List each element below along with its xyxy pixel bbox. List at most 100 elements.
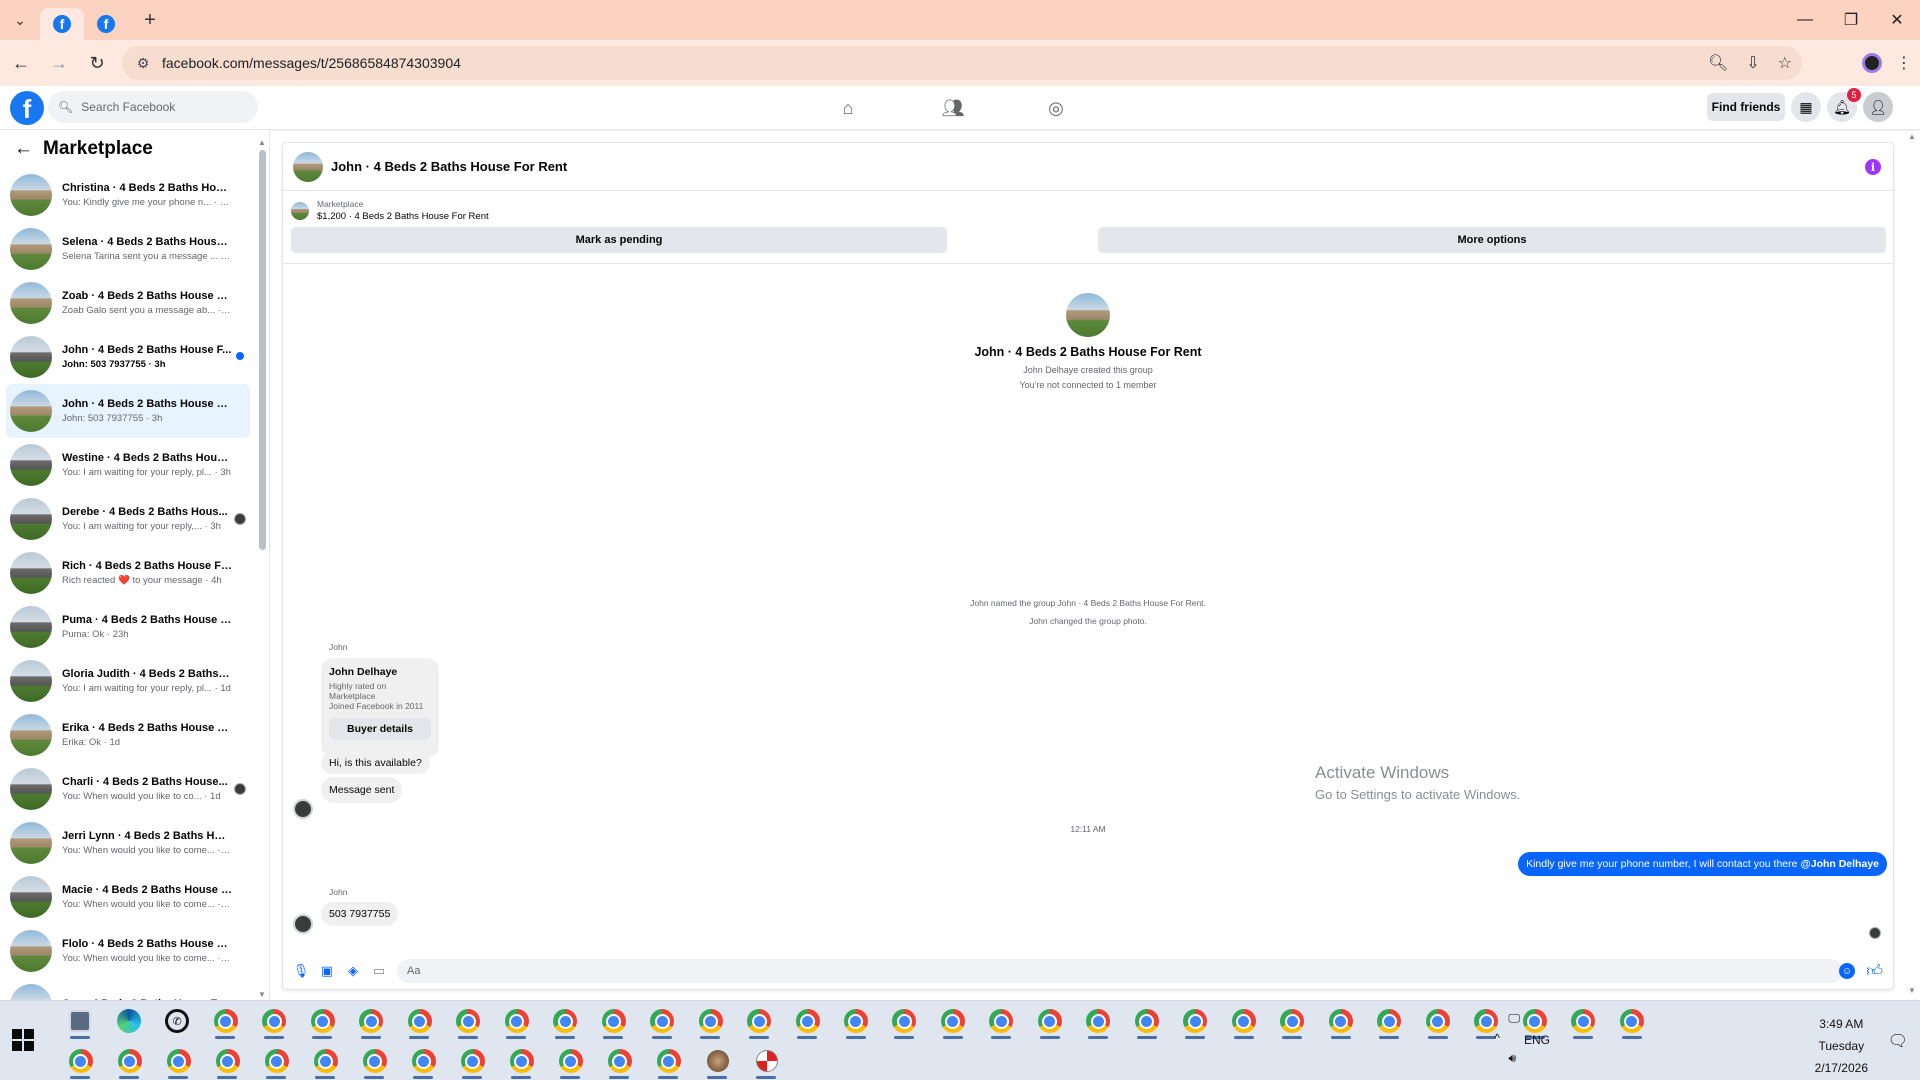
conversation-item[interactable]: Erika · 4 Beds 2 Baths House Fo... Erika:… [6, 708, 250, 762]
chrome-window-button[interactable] [929, 1002, 977, 1040]
conversation-item[interactable]: Gloria Judith · 4 Beds 2 Baths H... You: … [6, 654, 250, 708]
volume-icon[interactable]: 🔊︎ [1508, 1051, 1516, 1066]
chrome-window-button[interactable] [1268, 1002, 1316, 1040]
conversation-item[interactable]: Westine · 4 Beds 2 Baths House... You: I … [6, 438, 250, 492]
photo-app-button[interactable] [693, 1042, 742, 1080]
new-tab-button[interactable]: + [134, 4, 166, 36]
find-friends-button[interactable]: Find friends [1707, 93, 1785, 121]
conversation-item[interactable]: Flolo · 4 Beds 2 Baths House Fo... You: W… [6, 924, 250, 978]
message-bubble[interactable]: 503 7937755 [321, 902, 399, 926]
scroll-down-icon[interactable]: ▼ [1908, 986, 1916, 995]
chrome-window-button[interactable] [1123, 1002, 1171, 1040]
chrome-window-button[interactable] [252, 1042, 301, 1080]
buyer-details-button[interactable]: Buyer details [329, 718, 431, 740]
sender-avatar[interactable] [293, 914, 313, 934]
message-bubble[interactable]: Message sent [321, 777, 403, 803]
taskbar-clock[interactable]: 3:49 AM Tuesday 2/17/2026 [1815, 1013, 1868, 1079]
conversation-item[interactable]: Macie · 4 Beds 2 Baths House F... You: Wh… [6, 870, 250, 924]
notifications-center-icon[interactable]: 🗨︎ [1888, 1031, 1908, 1051]
tab-search-chevron-icon[interactable]: ⌄ [0, 0, 40, 40]
group-photo[interactable] [293, 151, 323, 182]
conversation-item[interactable]: John · 4 Beds 2 Baths House F... John: 50… [6, 330, 250, 384]
install-app-icon[interactable]: ⇩ [1746, 53, 1759, 73]
chrome-window-button[interactable] [880, 1002, 928, 1040]
whatsapp-button[interactable]: ✆ [153, 1002, 201, 1040]
page-scrollbar[interactable]: ▲ ▼ [1904, 130, 1920, 1000]
groups-nav-icon[interactable]: ◎ [1041, 94, 1071, 122]
profile-avatar-icon[interactable] [1862, 53, 1882, 73]
conversation-item[interactable]: Christina · 4 Beds 2 Baths Hous... You: K… [6, 168, 250, 222]
gif-icon[interactable]: ▭ [371, 963, 387, 979]
chrome-window-button[interactable] [448, 1042, 497, 1080]
thumbs-up-icon[interactable]: 👍︎ [1866, 962, 1883, 981]
attach-photo-icon[interactable]: ▣ [319, 963, 335, 979]
site-info-icon[interactable]: ⚙ [128, 55, 158, 72]
conversation-item[interactable]: Puma · 4 Beds 2 Baths House F... Puma: Ok… [6, 600, 250, 654]
chat-title[interactable]: John · 4 Beds 2 Baths House For Rent [331, 159, 567, 174]
restore-icon[interactable]: ❐ [1828, 0, 1874, 40]
scroll-up-icon[interactable]: ▲ [1908, 132, 1916, 141]
address-bar[interactable]: ⚙ facebook.com/messages/t/25686584874303… [122, 46, 1802, 80]
pinwheel-app-button[interactable] [742, 1042, 791, 1080]
conversation-item[interactable]: Rich · 4 Beds 2 Baths House For... Rich r… [6, 546, 250, 600]
chrome-window-button[interactable] [541, 1002, 589, 1040]
chrome-window-button[interactable] [1414, 1002, 1462, 1040]
chrome-window-button[interactable] [203, 1042, 252, 1080]
chrome-window-button[interactable] [638, 1002, 686, 1040]
browser-menu-icon[interactable]: ⋮ [1896, 53, 1912, 73]
zoom-icon[interactable]: 🔍︎ [1708, 53, 1728, 73]
chrome-window-button[interactable] [154, 1042, 203, 1080]
minimize-icon[interactable]: — [1782, 0, 1828, 40]
forward-icon[interactable]: → [42, 46, 76, 80]
marketplace-listing-bar[interactable]: Marketplace $1,200 · 4 Beds 2 Baths Hous… [291, 199, 489, 222]
chrome-window-button[interactable] [589, 1002, 637, 1040]
chrome-window-button[interactable] [977, 1002, 1025, 1040]
windows-start-icon[interactable] [12, 1029, 34, 1051]
conversation-item[interactable]: Cee · 4 Beds 2 Baths House For ... [6, 978, 250, 1000]
scroll-up-icon[interactable]: ▲ [258, 138, 266, 147]
chrome-window-button[interactable] [832, 1002, 880, 1040]
chrome-window-button[interactable] [201, 1002, 249, 1040]
conversation-item[interactable]: Derebe · 4 Beds 2 Baths Hous... You: I am… [6, 492, 250, 546]
chrome-window-button[interactable] [444, 1002, 492, 1040]
chrome-window-button[interactable] [350, 1042, 399, 1080]
message-bubble[interactable]: Hi, is this available? [321, 752, 430, 774]
back-icon[interactable]: ← [4, 46, 38, 80]
info-icon[interactable]: i [1865, 159, 1881, 175]
chrome-window-button[interactable] [395, 1002, 443, 1040]
account-avatar-icon[interactable]: 👤︎ [1863, 92, 1893, 122]
chrome-window-button[interactable] [686, 1002, 734, 1040]
chrome-window-button[interactable] [105, 1042, 154, 1080]
chrome-window-button[interactable] [1608, 1002, 1656, 1040]
sticker-icon[interactable]: ◈ [345, 963, 361, 979]
show-hidden-icons-icon[interactable]: ^ [1494, 1031, 1500, 1045]
notifications-bell-icon[interactable]: 🔔︎ 5 [1827, 88, 1861, 122]
chrome-window-button[interactable] [250, 1002, 298, 1040]
browser-tab-facebook[interactable]: f [84, 8, 128, 40]
chrome-window-button[interactable] [298, 1002, 346, 1040]
bookmark-star-icon[interactable]: ☆ [1778, 53, 1792, 73]
outgoing-message-bubble[interactable]: Kindly give me your phone number, I will… [1518, 852, 1887, 876]
browser-tab-facebook-active[interactable]: f [40, 8, 84, 40]
scrollbar-thumb[interactable] [259, 150, 266, 550]
chrome-window-button[interactable] [595, 1042, 644, 1080]
chrome-window-button[interactable] [492, 1002, 540, 1040]
chrome-window-button[interactable] [347, 1002, 395, 1040]
system-info-app-button[interactable] [56, 1002, 104, 1040]
conversation-item[interactable]: Selena · 4 Beds 2 Baths House F... Selena… [6, 222, 250, 276]
chrome-window-button[interactable] [644, 1042, 693, 1080]
chrome-window-button[interactable] [546, 1042, 595, 1080]
conversation-item[interactable]: Jerri Lynn · 4 Beds 2 Baths Hous... You: … [6, 816, 250, 870]
conversation-item[interactable]: John · 4 Beds 2 Baths House Fo... John: 5… [6, 384, 250, 438]
conversation-item[interactable]: Charli · 4 Beds 2 Baths House... You: Whe… [6, 762, 250, 816]
conversation-item[interactable]: Zoab · 4 Beds 2 Baths House Fo... Zoab Ga… [6, 276, 250, 330]
close-window-icon[interactable]: ✕ [1874, 0, 1920, 40]
menu-grid-icon[interactable]: ▦ [1791, 92, 1821, 122]
facebook-logo-icon[interactable]: f [10, 91, 44, 125]
chrome-window-button[interactable] [735, 1002, 783, 1040]
chrome-window-button[interactable] [399, 1042, 448, 1080]
sender-avatar[interactable] [293, 799, 313, 819]
home-nav-icon[interactable]: ⌂ [833, 94, 863, 122]
chrome-window-button[interactable] [1559, 1002, 1607, 1040]
network-icon[interactable]: 🖵︎ [1508, 1011, 1520, 1026]
